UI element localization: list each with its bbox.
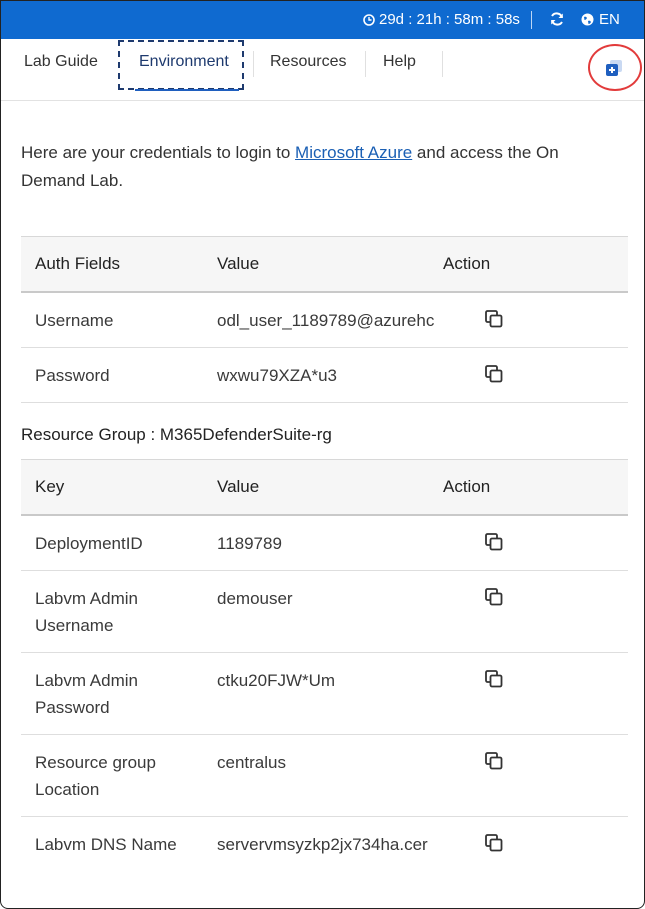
key-label: Labvm Admin Password [35, 670, 138, 717]
key-label: Labvm DNS Name [35, 834, 177, 854]
table-row: DeploymentID 1189789 [21, 515, 628, 571]
lab-panel: 29d : 21h : 58m : 58s EN Lab Guide Envir… [0, 0, 645, 909]
active-tab-indicator [135, 89, 239, 91]
column-header: Action [443, 236, 628, 293]
table-row: Labvm Admin Password ctku20FJW*Um [21, 652, 628, 735]
copy-icon[interactable] [485, 533, 503, 551]
tab-divider [253, 51, 254, 77]
key-label: DeploymentID [35, 534, 143, 553]
column-header: Auth Fields [21, 236, 217, 293]
key-value: demouser [217, 588, 293, 608]
tab-resources[interactable]: Resources [270, 53, 346, 71]
copy-icon[interactable] [485, 310, 503, 328]
resource-group-table: Key Value Action DeploymentID 1189789 La… [21, 459, 628, 871]
column-header: Value [217, 236, 443, 293]
table-row: Resource group Location centralus [21, 734, 628, 817]
copy-icon[interactable] [485, 587, 503, 606]
table-row: Username odl_user_1189789@azurehc [21, 292, 628, 348]
tab-help[interactable]: Help [383, 53, 416, 71]
column-header: Key [21, 459, 217, 516]
auth-table: Auth Fields Value Action Username odl_us… [21, 236, 628, 403]
field-label: Password [35, 365, 110, 385]
column-header: Value [217, 459, 443, 516]
tab-bar: Lab Guide Environment Resources Help [1, 39, 644, 101]
table-row: Labvm DNS Name servervmsyzkp2jx734ha.cer [21, 816, 628, 871]
key-value: ctku20FJW*Um [217, 670, 336, 690]
tab-lab-guide[interactable]: Lab Guide [24, 53, 98, 71]
tab-divider [365, 51, 366, 77]
lab-timer: 29d : 21h : 58m : 58s [363, 11, 520, 28]
top-bar: 29d : 21h : 58m : 58s EN [1, 1, 644, 39]
field-label: Username [35, 311, 114, 330]
column-header: Action [443, 459, 628, 516]
copy-icon[interactable] [485, 833, 503, 852]
refresh-icon[interactable] [549, 11, 565, 27]
resource-group-title: Resource Group : M365DefenderSuite-rg [21, 425, 332, 444]
copy-icon[interactable] [485, 669, 503, 688]
key-value: servervmsyzkp2jx734ha.cer [217, 834, 428, 854]
field-value: odl_user_1189789@azurehc [217, 311, 435, 330]
intro-text: Here are your credentials to login to Mi… [21, 139, 621, 195]
key-value: centralus [217, 752, 286, 772]
key-label: Labvm Admin Username [35, 588, 138, 635]
table-row: Password wxwu79XZA*u3 [21, 347, 628, 403]
microsoft-azure-link[interactable]: Microsoft Azure [295, 143, 412, 162]
language-selector[interactable]: EN [581, 11, 620, 28]
clock-icon [363, 13, 375, 26]
tab-divider [442, 51, 443, 77]
language-code: EN [599, 11, 620, 28]
highlight-circle [588, 44, 642, 91]
table-header-row: Auth Fields Value Action [21, 236, 628, 293]
copy-icon[interactable] [485, 364, 503, 383]
topbar-divider [531, 11, 532, 29]
timer-text: 29d : 21h : 58m : 58s [379, 11, 520, 28]
intro-before-link: Here are your credentials to login to [21, 143, 296, 162]
copy-icon[interactable] [485, 751, 503, 770]
table-header-row: Key Value Action [21, 459, 628, 516]
field-value: wxwu79XZA*u3 [217, 365, 338, 385]
table-row: Labvm Admin Username demouser [21, 570, 628, 653]
key-value: 1189789 [217, 534, 282, 553]
key-label: Resource group Location [35, 752, 156, 799]
tab-environment[interactable]: Environment [139, 53, 229, 71]
globe-icon [581, 13, 594, 26]
